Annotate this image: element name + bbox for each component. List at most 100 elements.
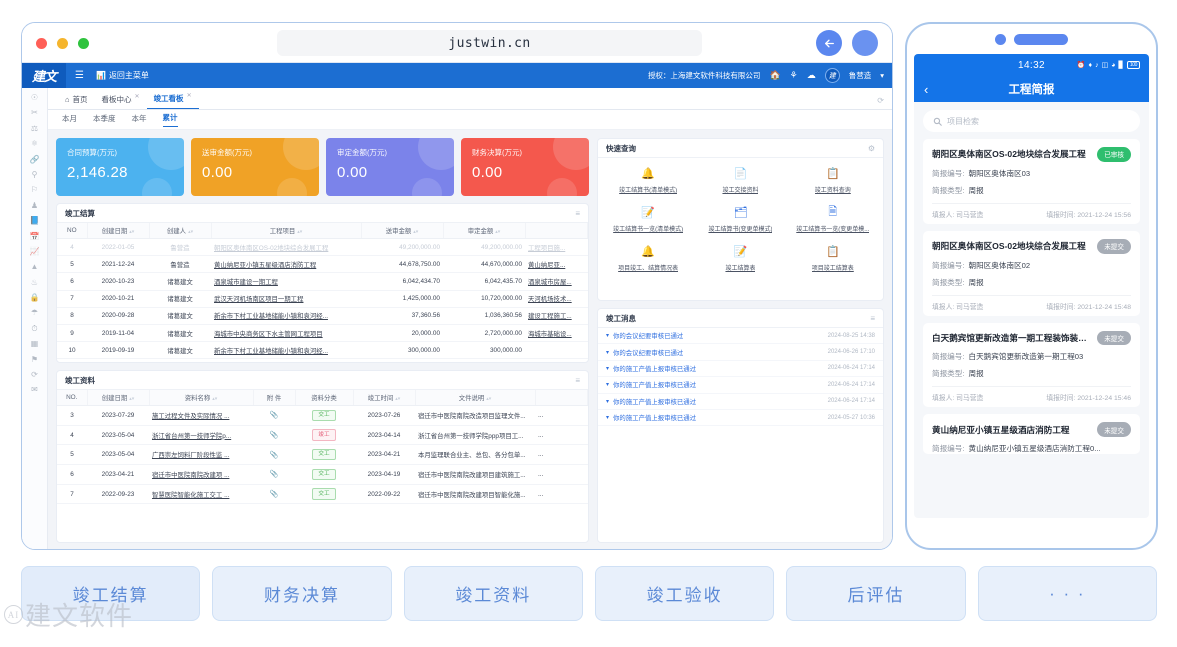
cell-project[interactable]: 新余市下村工业基地储能小镇和袁河经... xyxy=(211,341,361,360)
chevron-down-icon[interactable]: ▾ xyxy=(880,71,884,80)
search-input[interactable]: 项目检索 xyxy=(923,110,1140,132)
filter-cumulative[interactable]: 累计 xyxy=(162,112,178,127)
home-icon[interactable]: 🏠 xyxy=(769,70,780,81)
message-item[interactable]: ▾ 你的会议纪要审核已通过 2024-06-26 17:10 xyxy=(598,344,883,361)
cell-extra[interactable]: 天河机场技术... xyxy=(525,290,588,308)
bottom-button-5[interactable]: · · · xyxy=(977,566,1157,621)
list-menu-icon[interactable]: ≡ xyxy=(575,376,580,385)
table-row[interactable]: 6 2020-10-23 诸葛建文 酒泉城市建设一期工程 6,042,434.70 6,0… xyxy=(57,272,588,291)
rail-icon-chart[interactable]: 📈 xyxy=(30,247,40,256)
paperclip-icon[interactable]: 📎 xyxy=(270,471,279,478)
kpi-contract-budget[interactable]: 合同预算(万元) 2,146.28 xyxy=(56,138,184,196)
rail-icon-cone[interactable]: ▲ xyxy=(31,263,39,271)
cell-attachment[interactable]: 📎 xyxy=(253,484,295,505)
close-window-button[interactable] xyxy=(36,37,47,49)
table-row[interactable]: 5 2021-12-24 鲁营造 黄山纳尼亚小镇五星级酒店消防工程 44,678,750… xyxy=(57,255,588,274)
table-row[interactable]: 4 2023-05-04 浙江省台州第一技师学院p... 📎 竣工 2023-04-14 浙… xyxy=(57,425,588,446)
briefing-card-3[interactable]: 黄山纳尼亚小镇五星级酒店消防工程 未提交 简报编号: 黄山纳尼亚小镇五星级酒店消防工程… xyxy=(923,414,1140,455)
rail-icon-mail[interactable]: ✉ xyxy=(31,386,38,394)
table-row[interactable]: 10 2019-09-19 诸葛建文 新余市下村工业基地储能小镇和袁河经... 300,… xyxy=(57,341,588,360)
bottom-button-1[interactable]: 财务决算 xyxy=(212,566,392,621)
table-row[interactable]: 5 2023-05-04 广西崇左饲料厂阶段性监 ... 📎 交工 2023-04-21 本… xyxy=(57,444,588,466)
user-name[interactable]: 鲁营造 xyxy=(849,70,872,81)
message-item[interactable]: ▾ 你的施工产值上报审核已通过 2024-06-24 17:14 xyxy=(598,361,883,378)
chevron-left-icon[interactable]: ‹ xyxy=(924,82,928,97)
filter-this-year[interactable]: 本年 xyxy=(132,113,147,127)
quick-query-item-1[interactable]: 📄 竣工交接资料 xyxy=(694,166,786,194)
paperclip-icon[interactable]: 📎 xyxy=(270,432,279,439)
rail-icon-lock[interactable]: 🔒 xyxy=(30,294,40,302)
cell-extra[interactable]: 酒泉城市房屋... xyxy=(525,272,588,291)
rail-icon-tower[interactable]: ⚖ xyxy=(31,124,38,133)
close-icon[interactable]: ✕ xyxy=(135,93,140,100)
quick-query-item-6[interactable]: 🔔 项目竣工、结算情况表 xyxy=(602,244,694,272)
cell-doc-name[interactable]: 施工过程文件及实际情况 ... xyxy=(149,405,253,426)
table-row[interactable]: 8 2020-09-28 诸葛建文 新余市下村工业基地储能小镇和袁河经... 37,36… xyxy=(57,307,588,325)
message-item[interactable]: ▾ 你的施工产值上报审核已通过 2024-05-27 10:36 xyxy=(598,410,883,427)
rail-icon-link[interactable]: 🔗 xyxy=(30,155,40,164)
paperclip-icon[interactable]: 📎 xyxy=(270,452,279,459)
paperclip-icon[interactable]: 📎 xyxy=(270,491,279,498)
cell-attachment[interactable]: 📎 xyxy=(253,464,295,485)
message-item[interactable]: ▾ 你的会议纪要审核已通过 2024-08-25 14:38 xyxy=(598,328,883,345)
briefing-card-1[interactable]: 朝阳区奥体南区OS-02地块综合发展工程 未提交 简报编号: 朝阳区奥体南区02 简报类… xyxy=(923,230,1140,316)
window-controls[interactable] xyxy=(36,37,89,49)
minimize-window-button[interactable] xyxy=(57,37,68,49)
rail-icon-flag[interactable]: ⚐ xyxy=(31,186,38,194)
profile-button[interactable] xyxy=(852,30,878,56)
sitemap-icon[interactable]: ⚘ xyxy=(790,70,798,81)
hamburger-icon[interactable]: ☰ xyxy=(75,70,84,81)
rail-icon-grid[interactable]: ▦ xyxy=(31,340,39,348)
rail-icon-drop[interactable]: ♨ xyxy=(31,278,38,287)
message-item[interactable]: ▾ 你的施工产值上报审核已通过 2024-06-24 17:14 xyxy=(598,377,883,394)
cell-project[interactable]: 海城市中央商务区下水主管网工程项目 xyxy=(211,324,361,343)
kpi-submitted-amount[interactable]: 送审金额(万元) 0.00 xyxy=(191,138,319,196)
cell-extra[interactable]: 建设工程施工... xyxy=(525,307,588,325)
back-button[interactable] xyxy=(816,30,842,56)
cell-extra[interactable]: 海城市基础设... xyxy=(525,324,588,343)
briefing-card-2[interactable]: 白天鹅宾馆更新改造第一期工程装饰装… 未提交 简报编号: 白天鹅宾馆更新改造第一期工程… xyxy=(923,322,1140,408)
rail-icon-refresh[interactable]: ⟳ xyxy=(31,371,38,379)
cell-attachment[interactable]: 📎 xyxy=(253,405,295,426)
quick-query-item-8[interactable]: 📋 项目竣工结算表 xyxy=(787,244,879,272)
cell-doc-name[interactable]: 宿迁市中医院南院改建项 ... xyxy=(149,464,253,485)
back-to-menu-button[interactable]: 📊 返回主菜单 xyxy=(96,70,149,81)
table-row[interactable]: 7 2020-10-21 诸葛建文 武汉天河机场南区项目一期工程 1,425,000.0… xyxy=(57,290,588,308)
rail-icon-globe[interactable]: ☉ xyxy=(31,94,38,102)
cell-attachment[interactable]: 📎 xyxy=(253,444,295,466)
rail-icon-tree[interactable]: ⚲ xyxy=(32,170,38,179)
close-icon[interactable]: ✕ xyxy=(187,92,192,99)
table-row[interactable]: 7 2022-09-23 智慧医院智能化施工交工 ... 📎 交工 2022-09-22 宿… xyxy=(57,484,588,505)
cell-attachment[interactable]: 📎 xyxy=(253,425,295,446)
list-menu-icon[interactable]: ≡ xyxy=(870,314,875,323)
quick-query-item-7[interactable]: 📝 竣工结算表 xyxy=(694,244,786,272)
cloud-icon[interactable]: ☁ xyxy=(807,70,816,81)
maximize-window-button[interactable] xyxy=(78,37,89,49)
table-row[interactable]: 3 2023-07-29 施工过程文件及实际情况 ... 📎 交工 2023-07-26 宿… xyxy=(57,405,588,426)
cell-project[interactable]: 酒泉城市建设一期工程 xyxy=(211,272,361,291)
paperclip-icon[interactable]: 📎 xyxy=(270,412,279,419)
cell-project[interactable]: 朝阳区奥体南区OS-02地块综合发展工程 xyxy=(211,238,361,257)
message-item[interactable]: ▾ 你的施工产值上报审核已通过 2024-06-24 17:14 xyxy=(598,394,883,410)
tab-board-center[interactable]: 看板中心 ✕ xyxy=(95,94,147,109)
rail-icon-clock[interactable]: ⏱ xyxy=(31,324,37,333)
quick-query-item-0[interactable]: 🔔 竣工结算书(清单模式) xyxy=(602,166,694,194)
rail-icon-person[interactable]: ♟ xyxy=(31,201,38,210)
gear-icon[interactable]: ⚙ xyxy=(868,144,875,153)
kpi-financial-settlement[interactable]: 财务决算(万元) 0.00 xyxy=(461,138,589,196)
rail-icon-book[interactable]: 📘 xyxy=(30,217,40,225)
bottom-button-3[interactable]: 竣工验收 xyxy=(594,566,775,621)
cell-doc-name[interactable]: 智慧医院智能化施工交工 ... xyxy=(149,484,253,505)
cell-extra[interactable]: 工程项目施... xyxy=(525,238,588,257)
table-row[interactable]: 4 2022-01-05 鲁营造 朝阳区奥体南区OS-02地块综合发展工程 49,200… xyxy=(57,238,588,257)
refresh-icon[interactable]: ⟳ xyxy=(877,96,884,105)
briefing-card-0[interactable]: 朝阳区奥体南区OS-02地块综合发展工程 已审核 简报编号: 朝阳区奥体南区03 简报类… xyxy=(923,139,1140,224)
rail-icon-shield[interactable]: ⚛ xyxy=(31,140,38,148)
list-menu-icon[interactable]: ≡ xyxy=(575,209,580,218)
address-bar[interactable]: justwin.cn xyxy=(277,30,702,56)
cell-doc-name[interactable]: 浙江省台州第一技师学院p... xyxy=(149,425,253,446)
rail-icon-umbrella[interactable]: ☂ xyxy=(31,309,38,317)
cell-doc-name[interactable]: 广西崇左饲料厂阶段性监 ... xyxy=(149,444,253,466)
quick-query-item-2[interactable]: 📋 竣工资料查询 xyxy=(787,166,879,194)
tab-home[interactable]: ⌂ 首页 xyxy=(58,94,95,109)
